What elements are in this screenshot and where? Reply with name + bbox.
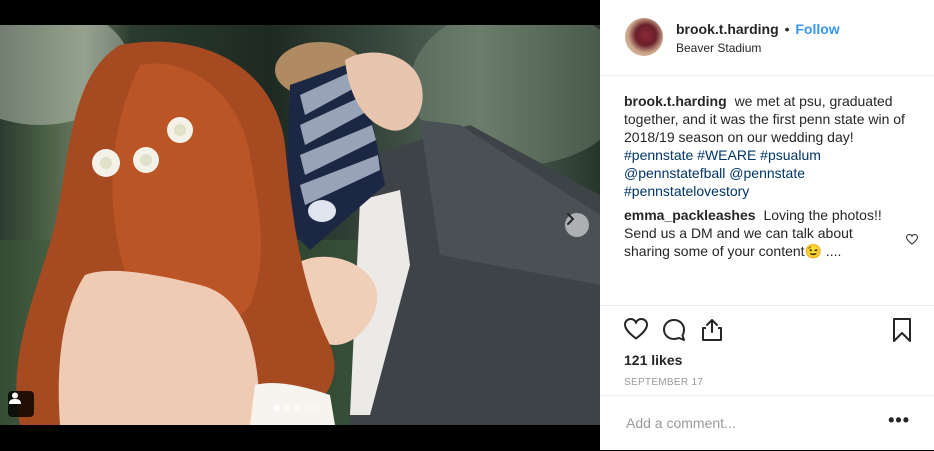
share-icon [702,319,722,341]
carousel-dot [314,405,320,411]
user-tag-icon [9,392,21,404]
comments-section: brook.t.harding we met at psu, graduated… [624,92,919,260]
share-button[interactable] [700,318,724,347]
comment-icon [663,319,685,341]
comment-username[interactable]: emma_packleashes [624,207,756,223]
heart-outline-icon [905,233,919,245]
next-photo-button[interactable] [565,213,589,237]
avatar[interactable] [625,18,663,56]
tagged-users-button[interactable] [8,391,34,417]
post-actions: 121 likes SEPTEMBER 17 [600,305,934,388]
post-date[interactable]: SEPTEMBER 17 [624,377,703,388]
caption-username[interactable]: brook.t.harding [624,93,727,109]
separator-dot: • [784,21,790,37]
carousel-dot [304,405,310,411]
heart-icon [623,317,649,340]
wedding-photo-image [0,25,600,425]
post-sidebar: brook.t.harding • Follow Beaver Stadium … [600,0,934,450]
bookmark-icon [893,318,911,342]
post-header: brook.t.harding • Follow Beaver Stadium [600,0,934,76]
caption-hashtags[interactable]: #pennstate #WEARE #psualum @pennstatefba… [624,147,821,199]
post-photo[interactable] [0,25,600,425]
carousel-dot [294,405,300,411]
more-options-button[interactable]: ••• [888,410,910,431]
likes-count[interactable]: 121 likes [624,352,682,368]
header-user-line: brook.t.harding • Follow [676,21,840,37]
follow-button[interactable]: Follow [795,21,839,37]
carousel-indicator [274,405,320,411]
header-username[interactable]: brook.t.harding [676,21,779,37]
carousel-dot [284,405,290,411]
like-button[interactable] [623,317,649,347]
add-comment-input[interactable] [624,414,878,432]
carousel-dot [274,405,280,411]
comment-button[interactable] [662,318,686,347]
like-comment-button[interactable] [905,231,919,249]
location-link[interactable]: Beaver Stadium [676,41,761,55]
caption: brook.t.harding we met at psu, graduated… [624,92,918,200]
save-button[interactable] [892,318,912,347]
chevron-right-icon [567,213,575,225]
action-icons [623,317,724,347]
comment-item: emma_packleashes Loving the photos!! Sen… [624,206,919,260]
add-comment-bar: ••• [600,395,934,451]
